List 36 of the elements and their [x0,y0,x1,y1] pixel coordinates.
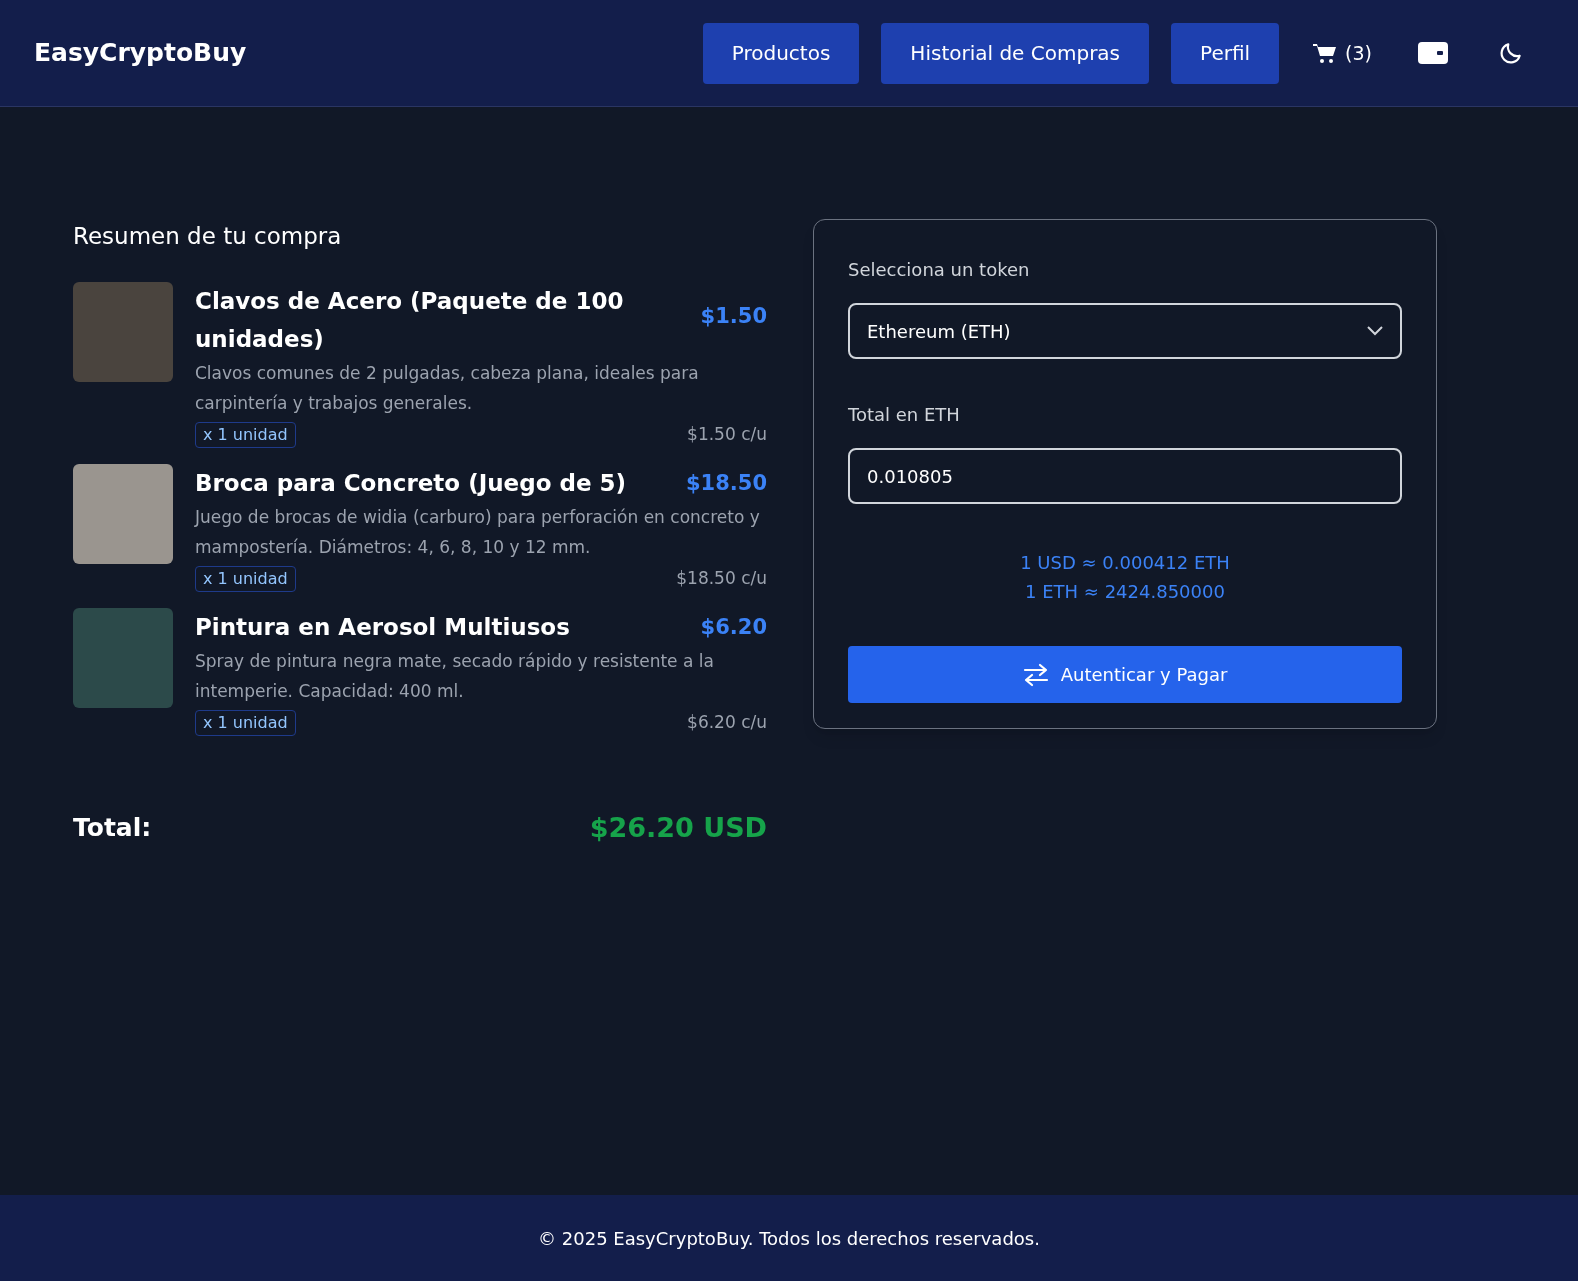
total-eth-field[interactable]: 0.010805 [848,448,1402,504]
dark-mode-icon[interactable] [1498,40,1524,66]
token-label: Selecciona un token [848,258,1031,282]
product-name: Broca para Concreto (Juego de 5) [195,468,627,498]
wallet-icon[interactable] [1418,40,1448,66]
product-description: Juego de brocas de widia (carburo) para perforación en concreto y mampostería. Diámetros: 4, 6, 8, 10 y 12 mm. [195,505,761,559]
unit-price: $1.50 c/u [687,422,767,446]
total-amount: $26.20 USD [589,810,767,845]
token-select[interactable]: Ethereum (ETH) [848,303,1402,359]
swap-arrows-icon [1022,662,1049,687]
exchange-rate: 1 USD ≈ 0.000412 ETH [1020,551,1230,575]
product-price: $1.50 [700,302,767,330]
quantity-badge: x 1 unidad [195,709,296,736]
product-name: Pintura en Aerosol Multiusos [195,612,570,642]
product-description: Clavos comunes de 2 pulgadas, cabeza plana, ideales para carpintería y trabajos generales. [195,361,700,415]
chevron-down-icon [1367,326,1383,336]
product-price: $18.50 [685,469,767,497]
unit-price: $18.50 c/u [676,566,767,590]
exchange-rate: 1 ETH ≈ 2424.850000 [1025,580,1225,604]
cart-button[interactable]: (3) [1313,38,1372,68]
cart-icon [1313,42,1338,64]
total-eth-label: Total en ETH [848,403,961,427]
quantity-badge: x 1 unidad [195,565,296,592]
footer-text: © 2025 EasyCryptoBuy. Todos los derechos reservados. [538,1226,1040,1251]
nav-button[interactable]: Historial de Compras [881,22,1150,84]
nav-button[interactable]: Productos [702,22,860,84]
quantity-badge: x 1 unidad [195,421,296,448]
section-title: Resumen de tu compra [73,222,343,251]
product-description: Spray de pintura negra mate, secado rápido y resistente a la intemperie. Capacidad: 400 ml. [195,649,715,703]
brand-logo[interactable]: EasyCryptoBuy [34,34,247,72]
product-price: $6.20 [700,613,767,641]
pay-button[interactable]: Autenticar y Pagar [848,646,1402,703]
nav-button[interactable]: Perfil [1171,22,1280,84]
total-label: Total: [73,812,152,844]
product-name: Clavos de Acero (Paquete de 100 unidades) [195,286,625,354]
unit-price: $6.20 c/u [687,710,767,734]
